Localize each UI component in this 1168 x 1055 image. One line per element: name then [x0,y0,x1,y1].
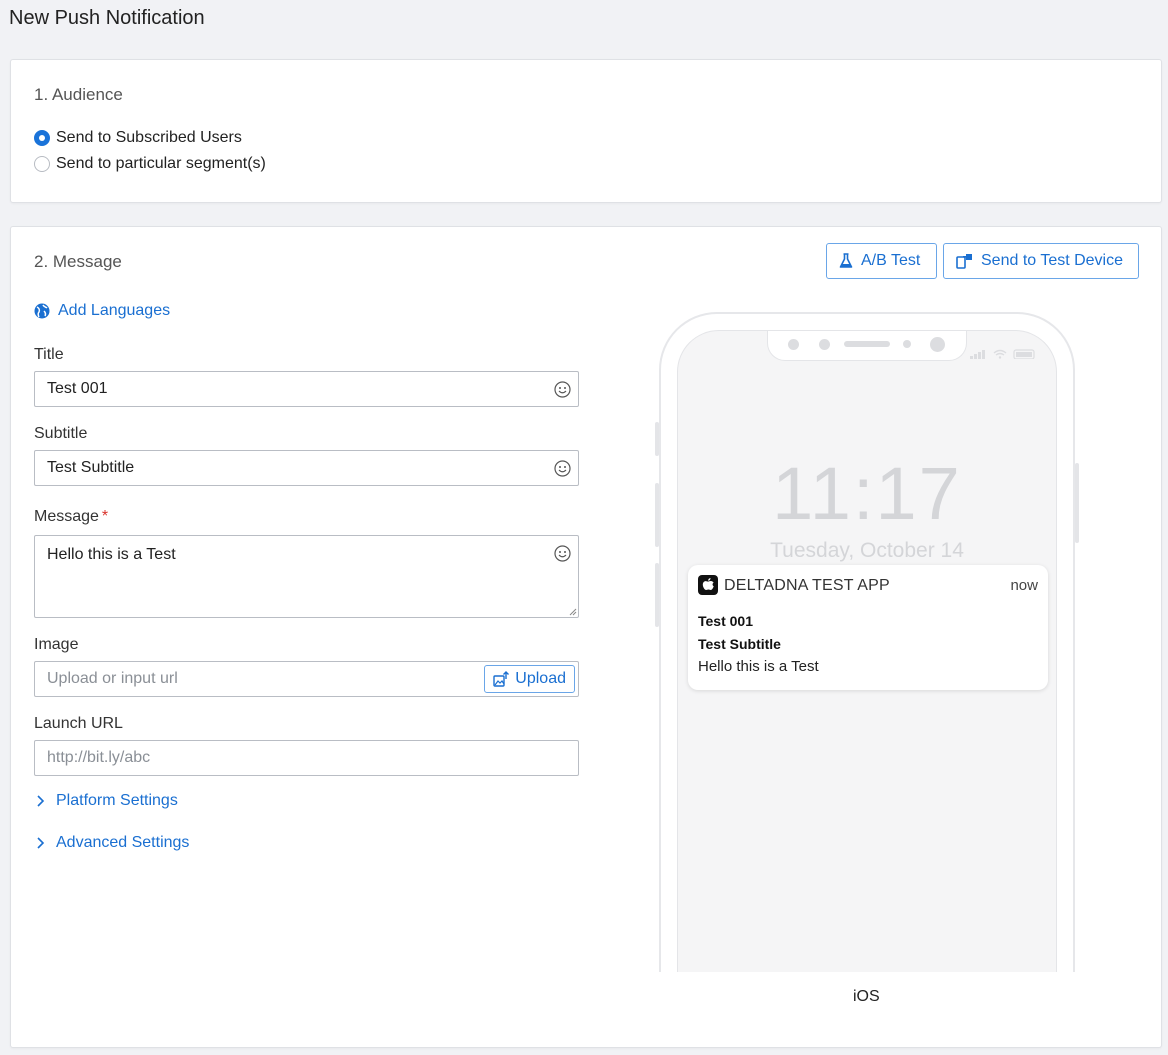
message-label: Message * [34,508,108,526]
notification-app-name: DELTADNA TEST APP [724,577,890,594]
apple-icon [698,575,718,595]
add-languages-link[interactable]: Add Languages [34,302,170,320]
image-placeholder: Upload or input url [47,670,178,687]
title-input[interactable]: Test 001 [34,371,579,407]
upload-label: Upload [515,670,566,687]
audience-heading: 1. Audience [34,85,123,104]
page-title: New Push Notification [9,7,205,29]
radio-label-subscribed: Send to Subscribed Users [56,129,242,146]
radio-label-segments: Send to particular segment(s) [56,155,266,172]
message-textarea[interactable]: Hello this is a Test [34,535,579,618]
notification-time: now [1010,577,1038,594]
add-languages-label: Add Languages [58,302,171,319]
lock-screen-clock: 11:17 [772,452,962,535]
message-label-text: Message [34,508,99,525]
subtitle-value: Test Subtitle [47,459,135,476]
notification-preview-card: DELTADNA TEST APP now Test 001 Test Subt… [688,565,1048,690]
title-value: Test 001 [47,380,108,397]
chevron-right-icon [37,837,45,849]
globe-icon [34,303,50,319]
lock-screen-date: Tuesday, October 14 [770,539,964,562]
radio-button-checked[interactable] [34,130,50,146]
radio-subscribed-users[interactable]: Send to Subscribed Users [34,129,242,147]
required-mark: * [101,508,109,525]
notification-subtitle: Test Subtitle [698,636,781,652]
radio-button[interactable] [34,156,50,172]
send-to-test-device-button[interactable]: Send to Test Device [943,243,1139,279]
notification-body: Hello this is a Test [698,658,819,675]
audience-card: 1. Audience Send to Subscribed Users Sen… [10,59,1162,203]
chevron-right-icon [37,795,45,807]
send-test-label: Send to Test Device [981,252,1124,269]
phone-notch [767,331,967,361]
status-bar-icons [970,349,1035,359]
emoji-icon[interactable] [554,460,571,477]
subtitle-label: Subtitle [34,425,88,442]
launch-url-placeholder: http://bit.ly/abc [47,749,151,766]
message-card: 2. Message A/B Test Send to Test Device … [10,226,1162,1048]
image-url-input[interactable]: Upload or input url Upload [34,661,579,697]
image-label: Image [34,636,79,653]
title-label: Title [34,346,64,363]
message-heading: 2. Message [34,252,122,271]
radio-particular-segments[interactable]: Send to particular segment(s) [34,155,266,173]
emoji-icon[interactable] [554,381,571,398]
ab-test-button[interactable]: A/B Test [826,243,937,279]
platform-settings-label: Platform Settings [56,792,178,809]
subtitle-input[interactable]: Test Subtitle [34,450,579,486]
advanced-settings-toggle[interactable]: Advanced Settings [34,834,189,852]
flask-icon [839,253,853,268]
message-value: Hello this is a Test [47,546,176,563]
launch-url-label: Launch URL [34,715,123,732]
resize-grip-icon[interactable] [569,608,577,616]
ab-test-label: A/B Test [861,252,921,269]
launch-url-input[interactable]: http://bit.ly/abc [34,740,579,776]
phone-preview: 11:17 Tuesday, October 14 DELTADNA TEST … [659,312,1075,972]
platform-settings-toggle[interactable]: Platform Settings [34,792,178,810]
phone-side-button [1075,463,1079,543]
upload-image-icon [493,671,510,687]
advanced-settings-label: Advanced Settings [56,834,190,851]
emoji-icon[interactable] [554,545,571,562]
phone-screen: 11:17 Tuesday, October 14 DELTADNA TEST … [677,330,1057,972]
platform-label: iOS [853,988,880,1005]
notification-title: Test 001 [698,613,753,629]
upload-button[interactable]: Upload [484,665,575,693]
test-device-icon [956,254,972,269]
